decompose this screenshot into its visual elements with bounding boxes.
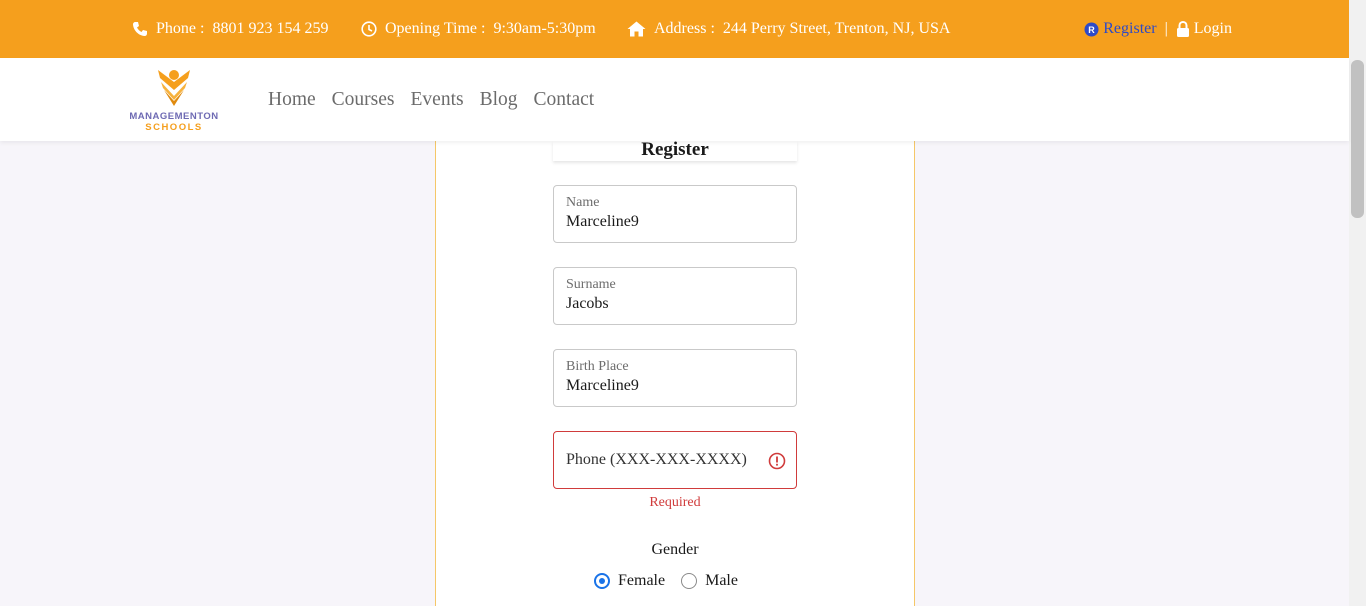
main-navbar: MANAGEMENTON SCHOOLS Home Courses Events… xyxy=(0,58,1349,141)
register-icon: R xyxy=(1084,22,1099,36)
name-field[interactable]: Name Marceline9 xyxy=(553,185,797,243)
auth-separator: | xyxy=(1164,20,1168,37)
gender-label: Gender xyxy=(651,541,699,558)
address-info: Address : 244 Perry Street, Trenton, NJ,… xyxy=(627,0,950,58)
address-label: Address : xyxy=(654,20,715,37)
address-value: 244 Perry Street, Trenton, NJ, USA xyxy=(722,20,951,37)
phone-error-message: Required xyxy=(649,495,701,510)
gender-radio-group: Female Male xyxy=(594,572,754,590)
phone-placeholder: Phone (XXX-XXX-XXXX) xyxy=(566,451,747,468)
top-info-bar: Phone : 8801 923 154 259 Opening Time : … xyxy=(0,0,1349,58)
logo-mark-icon xyxy=(158,70,190,106)
svg-text:R: R xyxy=(1089,25,1096,35)
female-radio[interactable] xyxy=(594,573,610,589)
nav-item-contact[interactable]: Contact xyxy=(534,89,595,111)
clock-icon xyxy=(361,21,377,37)
birthplace-value: Marceline9 xyxy=(566,377,639,394)
birthplace-label: Birth Place xyxy=(566,359,629,374)
home-icon xyxy=(627,21,646,37)
phone-info: Phone : 8801 923 154 259 xyxy=(132,0,328,58)
male-label: Male xyxy=(705,572,738,589)
phone-field[interactable]: Phone (XXX-XXX-XXXX) xyxy=(553,431,797,489)
hours-label: Opening Time : xyxy=(385,20,486,37)
nav-menu: Home Courses Events Blog Contact xyxy=(268,58,610,141)
nav-item-courses[interactable]: Courses xyxy=(332,89,395,111)
auth-links: R Register | Login xyxy=(1084,0,1232,58)
register-title: Register xyxy=(553,140,797,161)
lock-icon xyxy=(1176,21,1189,37)
surname-label: Surname xyxy=(566,277,616,292)
name-label: Name xyxy=(566,195,600,210)
hours-value: 9:30am-5:30pm xyxy=(493,20,596,37)
gender-option-male[interactable]: Male xyxy=(681,572,738,590)
nav-item-home[interactable]: Home xyxy=(268,89,316,111)
scrollbar-thumb[interactable] xyxy=(1351,60,1364,218)
male-radio[interactable] xyxy=(681,573,698,589)
register-link[interactable]: R Register xyxy=(1084,20,1157,38)
logo-line2: SCHOOLS xyxy=(145,122,203,133)
gender-option-female[interactable]: Female xyxy=(594,572,665,590)
nav-item-events[interactable]: Events xyxy=(411,89,464,111)
phone-icon xyxy=(133,22,147,36)
phone-value: 8801 923 154 259 xyxy=(212,20,329,37)
birthplace-field[interactable]: Birth Place Marceline9 xyxy=(553,349,797,407)
nav-item-blog[interactable]: Blog xyxy=(480,89,518,111)
register-label: Register xyxy=(1103,20,1157,37)
phone-label: Phone : xyxy=(156,20,205,37)
hours-info: Opening Time : 9:30am-5:30pm xyxy=(361,0,596,58)
female-label: Female xyxy=(618,572,666,589)
surname-value: Jacobs xyxy=(566,295,609,312)
login-link[interactable]: Login xyxy=(1176,20,1232,38)
name-value: Marceline9 xyxy=(566,213,639,230)
logo-line1: MANAGEMENTON xyxy=(129,111,219,122)
surname-field[interactable]: Surname Jacobs xyxy=(553,267,797,325)
site-logo[interactable]: MANAGEMENTON SCHOOLS xyxy=(122,68,226,134)
page-scrollbar[interactable] xyxy=(1349,0,1366,606)
error-icon xyxy=(768,452,786,470)
login-label: Login xyxy=(1193,20,1232,37)
